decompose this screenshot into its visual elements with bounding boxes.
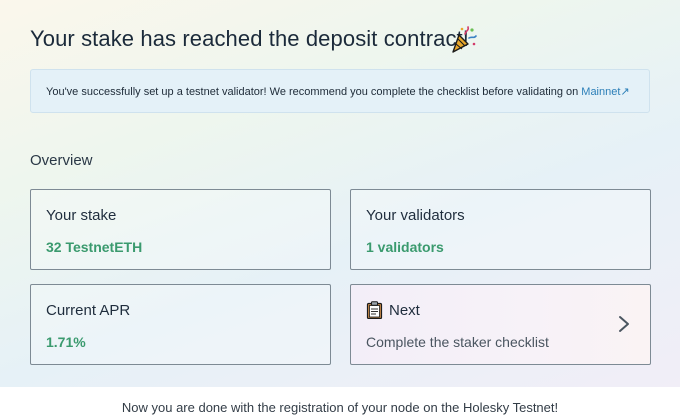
apr-label: Current APR [46, 302, 131, 319]
party-popper-icon [452, 26, 477, 53]
success-alert: You've successfully set up a testnet val… [30, 69, 650, 113]
validators-card: Your validators 1 validators [350, 189, 651, 270]
validators-label: Your validators [366, 207, 465, 224]
stake-card: Your stake 32 TestnetETH [30, 189, 331, 270]
next-label: Next [389, 302, 420, 319]
footer-message: Now you are done with the registration o… [121, 400, 559, 415]
next-description: Complete the staker checklist [366, 334, 549, 350]
chevron-right-icon[interactable] [618, 315, 630, 333]
stake-label: Your stake [46, 207, 117, 224]
mainnet-link[interactable]: Mainnet↗ [581, 86, 629, 98]
alert-text: You've successfully set up a testnet val… [46, 86, 582, 98]
apr-value: 1.71% [46, 334, 86, 350]
overview-heading: Overview [30, 152, 93, 169]
external-link-icon: ↗ [620, 86, 630, 98]
confirmation-panel: Your stake has reached the deposit contr… [0, 0, 680, 387]
stake-value: 32 TestnetETH [46, 239, 143, 255]
mainnet-link-label[interactable]: Mainnet [581, 86, 620, 98]
page-title: Your stake has reached the deposit contr… [30, 26, 469, 51]
next-step-card[interactable]: Next Complete the staker checklist [350, 284, 651, 365]
validators-value: 1 validators [366, 239, 444, 255]
apr-card: Current APR 1.71% [30, 284, 331, 365]
clipboard-icon [366, 301, 383, 319]
